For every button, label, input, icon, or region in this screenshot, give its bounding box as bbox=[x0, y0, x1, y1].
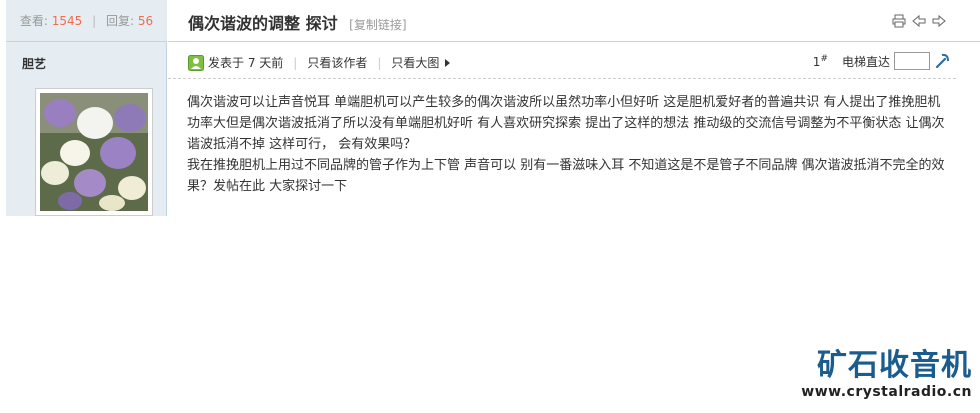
watermark-name: 矿石收音机 bbox=[817, 348, 972, 383]
thread-stats: 查看: 1545 | 回复: 56 bbox=[6, 0, 167, 42]
thread-actions bbox=[892, 14, 946, 28]
post-navigation: 1# 电梯直达 bbox=[813, 52, 950, 70]
post-bar-divider: | bbox=[377, 55, 382, 70]
watermark-url: www.crystalradio.cn bbox=[801, 384, 972, 400]
author-name[interactable]: 胆艺 bbox=[22, 55, 46, 72]
copy-link-button[interactable]: [复制链接] bbox=[349, 18, 406, 32]
post-paragraph-1: 偶次谐波可以让声音悦耳 单端胆机可以产生较多的偶次谐波所以虽然功率小但好听 这是… bbox=[187, 95, 945, 152]
online-status-icon bbox=[188, 54, 204, 71]
post-paragraph-2: 我在推挽胆机上用过不同品牌的管子作为上下管 声音可以 别有一番滋味入耳 不知道这… bbox=[187, 158, 945, 194]
post-bar-divider: | bbox=[293, 55, 298, 70]
views-count: 1545 bbox=[51, 14, 83, 28]
thread-title-bar: 偶次谐波的调整 探讨 [复制链接] bbox=[168, 0, 980, 42]
post-info-bar: 发表于 7 天前 | 只看该作者 | 只看大图 1# 电梯直达 bbox=[168, 43, 956, 79]
floor-mark: # bbox=[820, 53, 828, 64]
avatar[interactable] bbox=[35, 88, 153, 216]
author-only-link[interactable]: 只看该作者 bbox=[307, 54, 367, 71]
stats-separator: | bbox=[92, 14, 97, 28]
floor-number[interactable]: 1# bbox=[813, 54, 828, 69]
elevator-input[interactable] bbox=[894, 52, 930, 70]
thread-title: 偶次谐波的调整 探讨 bbox=[188, 14, 338, 33]
views-label: 查看: bbox=[19, 14, 48, 28]
previous-thread-icon[interactable] bbox=[912, 14, 926, 28]
expand-arrow-icon[interactable] bbox=[445, 58, 451, 67]
post-content: 偶次谐波可以让声音悦耳 单端胆机可以产生较多的偶次谐波所以虽然功率小但好听 这是… bbox=[187, 92, 947, 197]
forum-thread-page: 查看: 1545 | 回复: 56 胆艺 偶次谐波的调整 探讨 [复制链接] 发… bbox=[0, 0, 980, 413]
post-meta: 发表于 7 天前 | 只看该作者 | 只看大图 bbox=[188, 54, 451, 71]
print-icon[interactable] bbox=[892, 14, 906, 28]
thread-title-wrap: 偶次谐波的调整 探讨 [复制链接] bbox=[188, 10, 407, 34]
elevator-label: 电梯直达 bbox=[841, 54, 890, 69]
post-time: 发表于 7 天前 bbox=[208, 56, 284, 70]
replies-count: 56 bbox=[137, 14, 154, 28]
go-floor-icon[interactable] bbox=[934, 53, 950, 69]
replies-label: 回复: bbox=[105, 14, 135, 28]
avatar-flowers-image bbox=[40, 93, 148, 211]
next-thread-icon[interactable] bbox=[932, 14, 946, 28]
site-watermark: 矿石收音机 www.crystalradio.cn bbox=[801, 348, 972, 400]
large-image-link[interactable]: 只看大图 bbox=[391, 54, 439, 71]
